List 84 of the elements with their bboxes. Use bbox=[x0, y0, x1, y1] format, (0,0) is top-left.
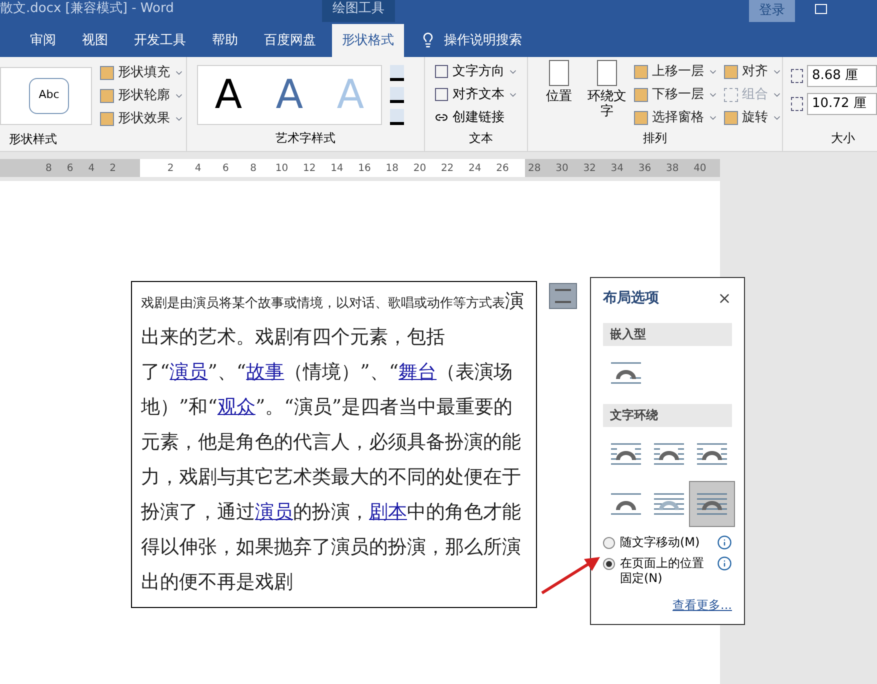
ruler-number: 4 bbox=[194, 162, 202, 176]
ruler-number: 26 bbox=[496, 162, 508, 176]
ribbon-command[interactable]: 对齐文本 bbox=[435, 83, 527, 106]
ribbon-tab[interactable]: 形状格式 bbox=[332, 24, 404, 57]
ruler-number: 2 bbox=[166, 162, 175, 176]
ribbon-command[interactable]: 下移一层 bbox=[634, 83, 718, 106]
ruler-number: 8 bbox=[249, 162, 258, 176]
ruler-number: 12 bbox=[302, 162, 314, 176]
text-box-icon bbox=[435, 65, 448, 78]
see-more-link[interactable]: 查看更多... bbox=[603, 596, 732, 614]
wrap-icon bbox=[555, 289, 571, 303]
ribbon-tab[interactable]: 视图 bbox=[72, 24, 118, 57]
info-icon[interactable] bbox=[717, 556, 732, 571]
radio-label: 随文字移动(M) bbox=[620, 535, 701, 550]
text-box-icon bbox=[435, 88, 448, 101]
group-label: 形状样式 bbox=[8, 131, 58, 148]
size-field[interactable]: 10.72 厘 bbox=[807, 93, 877, 115]
ruler-number: 4 bbox=[88, 162, 95, 176]
ruler-number: 8 bbox=[46, 162, 52, 176]
ruler-number: 14 bbox=[330, 162, 342, 176]
ruler-number: 22 bbox=[440, 162, 452, 176]
hyperlink[interactable]: 观众 bbox=[217, 396, 256, 418]
section-heading: 嵌入型 bbox=[603, 323, 732, 346]
ribbon-tab[interactable]: 百度网盘 bbox=[254, 24, 326, 57]
hyperlink[interactable]: 剧本 bbox=[369, 501, 407, 523]
group-label: 文本 bbox=[468, 130, 494, 147]
ribbon-command[interactable]: 对齐 bbox=[724, 60, 782, 83]
text-color-icon[interactable] bbox=[390, 87, 404, 103]
hyperlink[interactable]: 演员 bbox=[255, 501, 293, 523]
hyperlink[interactable]: 舞台 bbox=[398, 361, 437, 383]
text-color-icon[interactable] bbox=[390, 109, 404, 125]
group-label: 艺术字样式 bbox=[274, 130, 337, 147]
panel-title: 布局选项 bbox=[603, 289, 659, 308]
ruler-number: 16 bbox=[358, 162, 370, 176]
ribbon-command[interactable]: 形状填充 bbox=[100, 61, 184, 84]
ribbon-command[interactable]: 选择窗格 bbox=[634, 106, 718, 129]
ruler-number: 40 bbox=[694, 162, 705, 176]
ruler-number: 24 bbox=[468, 162, 480, 176]
ribbon-command[interactable]: 上移一层 bbox=[634, 60, 718, 83]
size-field[interactable]: 8.68 厘 bbox=[807, 65, 877, 87]
ribbon-display-icon[interactable] bbox=[815, 4, 827, 14]
ribbon-command[interactable]: 创建链接 bbox=[435, 106, 527, 129]
group-label: 排列 bbox=[642, 130, 668, 147]
ruler-number: 36 bbox=[638, 162, 650, 176]
wordart-sample[interactable]: A bbox=[276, 65, 304, 125]
ruler-number: 20 bbox=[413, 162, 424, 176]
ruler-number: 30 bbox=[556, 162, 567, 176]
radio-button[interactable] bbox=[603, 537, 615, 549]
ruler-number: 32 bbox=[583, 162, 594, 176]
hyperlink[interactable]: 演员 bbox=[170, 361, 208, 383]
ruler-number: 6 bbox=[66, 162, 74, 176]
ribbon-tab[interactable]: 审阅 bbox=[20, 24, 66, 57]
section-heading: 文字环绕 bbox=[603, 404, 732, 427]
style-sample[interactable]: Abc bbox=[29, 78, 69, 114]
ruler-number: 6 bbox=[222, 162, 230, 176]
page-icon bbox=[549, 60, 569, 86]
text-color-icon[interactable] bbox=[390, 65, 404, 81]
ruler-number: 34 bbox=[610, 162, 622, 176]
radio-label: 在页面上的位置固定(N) bbox=[620, 556, 705, 586]
close-icon[interactable] bbox=[717, 291, 732, 306]
ribbon-tab[interactable]: 开发工具 bbox=[124, 24, 196, 57]
tell-me-search[interactable]: 操作说明搜索 bbox=[436, 24, 530, 57]
group-label: 大小 bbox=[830, 130, 856, 147]
ruler-number: 28 bbox=[528, 162, 539, 176]
ribbon-command[interactable]: 形状效果 bbox=[100, 107, 184, 130]
info-icon[interactable] bbox=[717, 535, 732, 550]
ribbon-command[interactable]: 文字方向 bbox=[435, 60, 527, 83]
ruler-number: 18 bbox=[386, 162, 397, 176]
window-title: 散文.docx [兼容模式] - Word bbox=[0, 0, 175, 18]
ribbon-command[interactable]: 形状轮廓 bbox=[100, 84, 184, 107]
large-ribbon-button[interactable]: 位置 bbox=[538, 60, 580, 129]
page-icon bbox=[597, 60, 617, 86]
ribbon-command[interactable]: 旋转 bbox=[724, 106, 782, 129]
radio-button[interactable] bbox=[603, 558, 615, 570]
ruler-number: 10 bbox=[275, 162, 286, 176]
ruler-number: 2 bbox=[110, 162, 116, 176]
wordart-sample[interactable]: A bbox=[214, 65, 242, 125]
ribbon-tab[interactable]: 帮助 bbox=[202, 24, 248, 57]
ruler-number: 38 bbox=[666, 162, 677, 176]
layout-options-button[interactable] bbox=[549, 283, 577, 309]
hyperlink[interactable]: 故事 bbox=[246, 361, 284, 383]
context-tab-label: 绘图工具 bbox=[322, 0, 395, 22]
large-ribbon-button[interactable]: 环绕文字 bbox=[586, 60, 628, 129]
wrap-option[interactable] bbox=[689, 481, 735, 527]
